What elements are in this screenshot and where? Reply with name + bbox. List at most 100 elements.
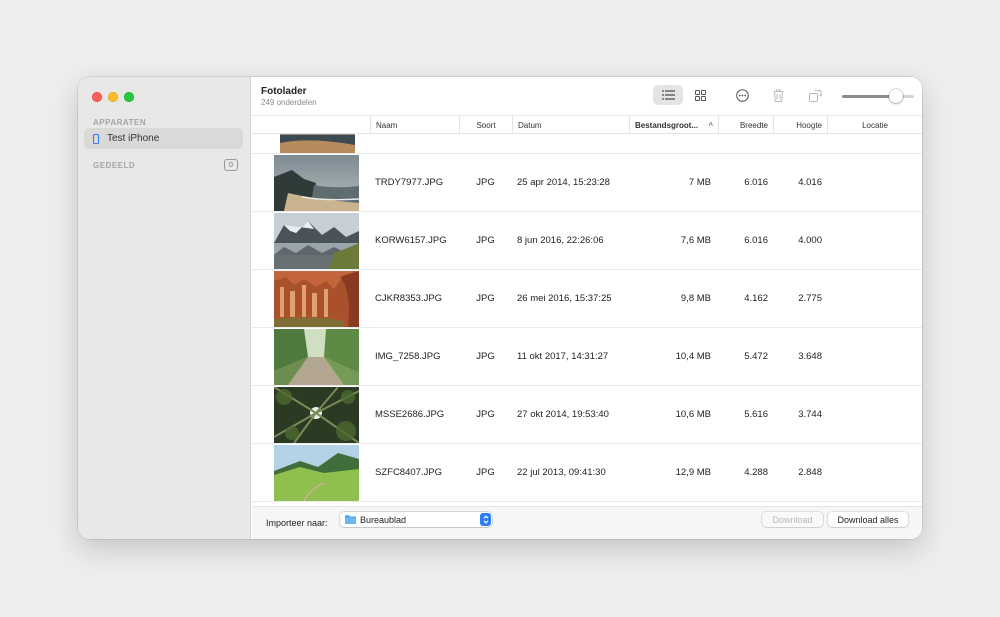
thumbnail-size-slider[interactable] — [842, 89, 914, 103]
photo-thumbnail — [274, 329, 359, 385]
cell-name: MSSE2686.JPG — [375, 409, 445, 420]
bottom-bar: Importeer naar: Bureaublad Download Down… — [252, 506, 922, 539]
column-size-label: Bestandsgroot... — [635, 120, 699, 130]
cell-date: 25 apr 2014, 15:23:28 — [517, 177, 610, 188]
table-row-partial[interactable] — [252, 134, 922, 154]
cell-kind: JPG — [476, 467, 495, 478]
cell-kind: JPG — [476, 409, 495, 420]
cell-location — [827, 444, 922, 501]
toolbar: Fotolader 249 onderdelen — [252, 77, 922, 115]
section-title-shared: GEDEELD — [93, 161, 136, 170]
photo-thumbnail — [274, 387, 359, 443]
more-button[interactable] — [727, 85, 757, 105]
device-name: Test iPhone — [107, 133, 160, 144]
sidebar: APPARATEN Test iPhone GEDEELD 0 — [78, 77, 251, 539]
download-all-button[interactable]: Download alles — [828, 512, 908, 527]
window-title: Fotolader — [261, 86, 307, 97]
column-kind[interactable]: Soort — [459, 116, 512, 134]
table-row[interactable]: MSSE2686.JPG JPG 27 okt 2014, 19:53:40 10,6… — [252, 386, 922, 444]
table-row[interactable]: TRDY7977.JPG JPG 25 apr 2014, 15:23:28 7 MB… — [252, 154, 922, 212]
rotate-icon — [808, 89, 822, 102]
cell-size: 9,8 MB — [680, 293, 711, 304]
cell-kind: JPG — [476, 293, 495, 304]
cell-kind: JPG — [476, 235, 495, 246]
cell-kind: JPG — [476, 177, 495, 188]
cell-width: 5.472 — [744, 351, 768, 362]
shared-count-badge: 0 — [224, 159, 238, 171]
photo-list: TRDY7977.JPG JPG 25 apr 2014, 15:23:28 7 MB… — [252, 134, 922, 506]
slider-knob[interactable] — [889, 89, 903, 103]
import-label: Importeer naar: — [266, 518, 328, 528]
app-window: APPARATEN Test iPhone GEDEELD 0 Fotolade… — [78, 77, 922, 539]
folder-icon — [345, 515, 356, 524]
photo-thumbnail — [280, 134, 355, 153]
cell-height: 2.848 — [798, 467, 822, 478]
column-date[interactable]: Datum — [512, 116, 629, 134]
cell-name: IMG_7258.JPG — [375, 351, 441, 362]
destination-popup[interactable]: Bureaublad — [340, 512, 492, 527]
cell-location — [827, 270, 922, 327]
cell-size: 7 MB — [688, 177, 711, 188]
cell-width: 4.288 — [744, 467, 768, 478]
column-name[interactable]: Naam — [370, 116, 459, 134]
trash-icon — [773, 89, 783, 102]
destination-value: Bureaublad — [360, 514, 407, 525]
cell-location — [827, 212, 922, 269]
table-row[interactable]: SZFC8407.JPG JPG 22 jul 2013, 09:41:30 12,9… — [252, 444, 922, 502]
cell-date: 27 okt 2014, 19:53:40 — [517, 409, 609, 420]
cell-date: 11 okt 2017, 14:31:27 — [517, 351, 609, 362]
cell-name: CJKR8353.JPG — [375, 293, 443, 304]
cell-width: 6.016 — [744, 177, 768, 188]
cell-height: 4.016 — [798, 177, 822, 188]
cell-height: 4.000 — [798, 235, 822, 246]
sort-ascending-icon: ^ — [708, 120, 713, 130]
minimize-window-button[interactable] — [108, 92, 118, 102]
photo-thumbnail — [274, 155, 359, 211]
column-size[interactable]: Bestandsgroot... ^ — [629, 116, 718, 134]
cell-location — [827, 328, 922, 385]
grid-view-button[interactable] — [685, 85, 715, 105]
more-icon — [735, 88, 749, 102]
column-height[interactable]: Hoogte — [773, 116, 827, 134]
close-window-button[interactable] — [92, 92, 102, 102]
cell-date: 8 jun 2016, 22:26:06 — [517, 235, 604, 246]
cell-height: 2.775 — [798, 293, 822, 304]
slider-fill — [842, 95, 896, 98]
photo-thumbnail — [274, 271, 359, 327]
cell-size: 10,4 MB — [675, 351, 711, 362]
rotate-button[interactable] — [800, 85, 830, 105]
cell-width: 4.162 — [744, 293, 768, 304]
cell-date: 26 mei 2016, 15:37:25 — [517, 293, 612, 304]
cell-size: 7,6 MB — [680, 235, 711, 246]
column-width[interactable]: Breedte — [718, 116, 773, 134]
section-title-devices: APPARATEN — [93, 118, 147, 127]
item-count: 249 onderdelen — [261, 98, 317, 107]
cell-date: 22 jul 2013, 09:41:30 — [517, 467, 606, 478]
main-content: Fotolader 249 onderdelen Naam Soort Datu… — [252, 77, 922, 539]
cell-size: 10,6 MB — [675, 409, 711, 420]
cell-location — [827, 386, 922, 443]
cell-name: TRDY7977.JPG — [375, 177, 444, 188]
list-view-button[interactable] — [653, 85, 683, 105]
window-controls — [92, 92, 134, 102]
table-row[interactable]: IMG_7258.JPG JPG 11 okt 2017, 14:31:27 10,4… — [252, 328, 922, 386]
cell-size: 12,9 MB — [675, 467, 711, 478]
table-row[interactable]: KORW6157.JPG JPG 8 jun 2016, 22:26:06 7,6 M… — [252, 212, 922, 270]
zoom-window-button[interactable] — [124, 92, 134, 102]
cell-height: 3.648 — [798, 351, 822, 362]
photo-thumbnail — [274, 213, 359, 269]
cell-name: KORW6157.JPG — [375, 235, 447, 246]
table-row[interactable]: CJKR8353.JPG JPG 26 mei 2016, 15:37:25 9,8 … — [252, 270, 922, 328]
cell-width: 6.016 — [744, 235, 768, 246]
sidebar-item-device[interactable]: Test iPhone — [84, 128, 243, 149]
photo-thumbnail — [274, 445, 359, 501]
cell-height: 3.744 — [798, 409, 822, 420]
iphone-icon — [93, 133, 99, 144]
cell-width: 5.616 — [744, 409, 768, 420]
column-location[interactable]: Locatie — [827, 116, 922, 134]
delete-button[interactable] — [763, 85, 793, 105]
download-button[interactable]: Download — [762, 512, 823, 527]
cell-name: SZFC8407.JPG — [375, 467, 443, 478]
grid-view-icon — [694, 89, 706, 101]
cell-kind: JPG — [476, 351, 495, 362]
